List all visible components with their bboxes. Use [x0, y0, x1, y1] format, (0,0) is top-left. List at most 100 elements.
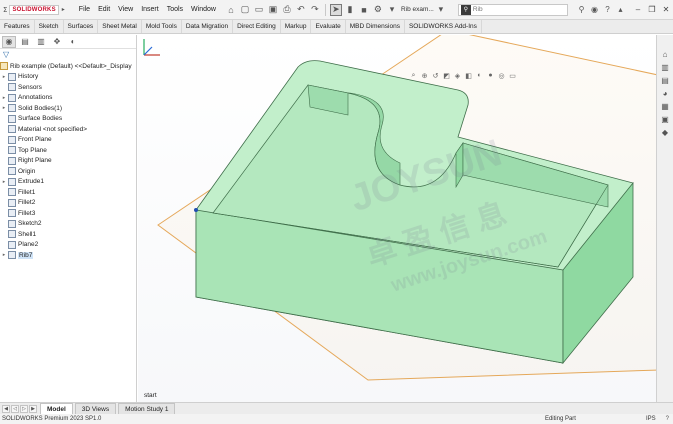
minimize-icon[interactable]: – [631, 5, 645, 14]
tab-markup[interactable]: Markup [281, 20, 312, 33]
tree-root[interactable]: Rib example (Default) <<Default>_Display [0, 61, 136, 72]
tree-item-fillet2[interactable]: Fillet2 [0, 198, 136, 209]
tree-item-extrude1[interactable]: ▸ Extrude1 [0, 177, 136, 188]
tree-item-shell1[interactable]: Shell1 [0, 229, 136, 240]
tree-item-right-plane[interactable]: Right Plane [0, 156, 136, 167]
tab-surfaces[interactable]: Surfaces [64, 20, 99, 33]
menu-tools[interactable]: Tools [163, 6, 187, 13]
tree-item-fillet1[interactable]: Fillet1 [0, 187, 136, 198]
tab-data-migration[interactable]: Data Migration [182, 20, 234, 33]
tab-evaluate[interactable]: Evaluate [311, 20, 346, 33]
tree-item-fillet3[interactable]: Fillet3 [0, 208, 136, 219]
tree-item-rib7[interactable]: ▸ Rib7 [0, 250, 136, 261]
view-orientation-icon[interactable]: ◈ [452, 72, 463, 82]
menu-view[interactable]: View [114, 6, 137, 13]
expand-arrow-icon[interactable]: ▸ [0, 95, 8, 101]
part-model-view[interactable] [138, 35, 656, 402]
menu-insert[interactable]: Insert [137, 6, 163, 13]
hide-show-icon[interactable]: ◐ [474, 72, 485, 82]
traffic-light-icon[interactable]: ▮ [344, 4, 356, 16]
tab-direct-editing[interactable]: Direct Editing [233, 20, 281, 33]
tab-motion-study[interactable]: Motion Study 1 [118, 403, 176, 414]
last-tab-icon[interactable]: ▶ [29, 404, 37, 413]
print-icon[interactable]: ⎙ [281, 4, 293, 16]
tab-solidworks-add-ins[interactable]: SOLIDWORKS Add-Ins [405, 20, 482, 33]
filter-icon[interactable]: ▽ [0, 49, 136, 60]
search-input[interactable] [472, 6, 563, 13]
undo-icon[interactable]: ↶ [295, 4, 307, 16]
tree-item-origin[interactable]: Origin [0, 166, 136, 177]
expand-arrow-icon[interactable]: ▸ [0, 105, 8, 111]
unit-system[interactable]: IPS [646, 416, 656, 422]
document-chevron-icon[interactable]: ▾ [435, 4, 447, 16]
collapse-icon[interactable]: ▴ [614, 5, 627, 14]
configuration-tab-icon[interactable]: ▥ [34, 36, 48, 48]
tree-item-surface-bodies[interactable]: Surface Bodies [0, 114, 136, 125]
first-tab-icon[interactable]: ◀ [2, 404, 10, 413]
section-view-icon[interactable]: ◩ [441, 72, 452, 82]
view-settings-icon[interactable]: ▭ [507, 72, 518, 82]
tree-item-sensors[interactable]: Sensors [0, 82, 136, 93]
tree-item-top-plane[interactable]: Top Plane [0, 145, 136, 156]
save-icon[interactable]: ▣ [267, 4, 279, 16]
tab-mbd-dimensions[interactable]: MBD Dimensions [346, 20, 405, 33]
appearances-icon[interactable]: ◕ [660, 88, 671, 99]
help-icon[interactable]: ? [601, 5, 614, 14]
custom-properties-icon[interactable]: ▣ [660, 114, 671, 125]
tab-sketch[interactable]: Sketch [35, 20, 64, 33]
menu-edit[interactable]: Edit [94, 6, 114, 13]
expand-arrow-icon[interactable]: ▸ [0, 252, 8, 258]
display-style-icon[interactable]: ◧ [463, 72, 474, 82]
restore-icon[interactable]: ❐ [645, 5, 659, 14]
tab-mold-tools[interactable]: Mold Tools [142, 20, 182, 33]
3d-experience-icon[interactable]: ◆ [660, 127, 671, 138]
tab-sheet-metal[interactable]: Sheet Metal [98, 20, 142, 33]
expand-arrow-icon[interactable]: ▸ [0, 179, 8, 185]
expand-arrow-icon[interactable]: ▸ [0, 74, 8, 80]
new-document-icon[interactable]: ▢ [239, 4, 251, 16]
prev-tab-icon[interactable]: ◁ [11, 404, 19, 413]
next-tab-icon[interactable]: ▷ [20, 404, 28, 413]
solidworks-logo[interactable]: Ʃ SOLIDWORKS ▸ [3, 3, 65, 17]
display-manager-tab-icon[interactable]: ◐ [66, 36, 80, 48]
search-box[interactable]: ⚲ [457, 3, 568, 16]
file-explorer-icon[interactable]: ▤ [660, 75, 671, 86]
menu-window[interactable]: Window [187, 6, 220, 13]
expand-chevron-icon[interactable]: ▾ [386, 4, 398, 16]
tree-item-solid-bodies-1[interactable]: ▸ Solid Bodies(1) [0, 103, 136, 114]
scene-icon[interactable]: ◎ [496, 72, 507, 82]
zoom-to-fit-icon[interactable]: ⌕ [408, 72, 419, 82]
view-palette-icon[interactable]: ▦ [660, 101, 671, 112]
tab-features[interactable]: Features [0, 20, 35, 33]
zoom-area-icon[interactable]: ⊕ [419, 72, 430, 82]
appearance-icon[interactable]: ● [485, 72, 496, 82]
tree-item-front-plane[interactable]: Front Plane [0, 135, 136, 146]
options-gear-icon[interactable]: ⚙ [372, 4, 384, 16]
user-icon[interactable]: ◉ [588, 5, 601, 14]
menu-file[interactable]: File [75, 6, 94, 13]
home-icon[interactable]: ⌂ [225, 4, 237, 16]
redo-icon[interactable]: ↷ [309, 4, 321, 16]
search-icon[interactable]: ⚲ [575, 5, 588, 14]
rebuild-icon[interactable]: ■ [358, 4, 370, 16]
dimxpert-tab-icon[interactable]: ✥ [50, 36, 64, 48]
graphics-area[interactable]: ⌕ ⊕ ↺ ◩ ◈ ◧ ◐ ● ◎ ▭ JOYSUN 卓 盈 信 息 www.j… [138, 35, 656, 402]
design-library-icon[interactable]: ▥ [660, 62, 671, 73]
search-scope-icon[interactable]: ⚲ [460, 4, 471, 15]
solidworks-resources-icon[interactable]: ⌂ [660, 49, 671, 60]
tree-item-sketch2[interactable]: Sketch2 [0, 219, 136, 230]
help-icon[interactable]: ? [666, 416, 669, 422]
open-folder-icon[interactable]: ▭ [253, 4, 265, 16]
tab-3d-views[interactable]: 3D Views [74, 403, 117, 414]
tree-item-plane2[interactable]: Plane2 [0, 240, 136, 251]
tab-model[interactable]: Model [40, 403, 73, 414]
close-icon[interactable]: ✕ [659, 5, 673, 14]
tree-item-material-not-specified[interactable]: Material <not specified> [0, 124, 136, 135]
feature-tree-tab-icon[interactable]: ◉ [2, 35, 16, 48]
tree-item-annotations[interactable]: ▸ Annotations [0, 93, 136, 104]
tree-item-history[interactable]: ▸ History [0, 72, 136, 83]
select-pointer-icon[interactable]: ➤ [329, 3, 342, 16]
property-manager-tab-icon[interactable]: ▤ [18, 36, 32, 48]
previous-view-icon[interactable]: ↺ [430, 72, 441, 82]
chevron-right-icon[interactable]: ▸ [62, 6, 65, 13]
